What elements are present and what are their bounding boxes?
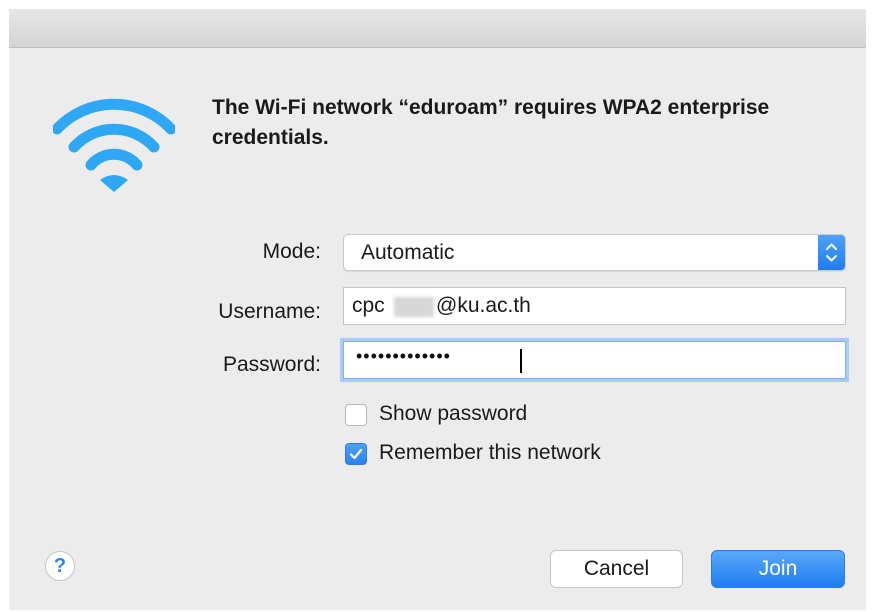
join-button[interactable]: Join <box>711 550 845 588</box>
wifi-credentials-dialog: The Wi-Fi network “eduroam” requires WPA… <box>9 9 866 610</box>
show-password-label[interactable]: Show password <box>379 402 527 426</box>
username-prefix: cpc <box>352 294 385 317</box>
redacted-text <box>394 297 434 317</box>
show-password-checkbox[interactable] <box>345 404 367 426</box>
password-label: Password: <box>222 353 321 376</box>
text-caret <box>520 349 522 373</box>
remember-network-label[interactable]: Remember this network <box>379 441 601 465</box>
help-button[interactable]: ? <box>45 551 75 581</box>
username-label: Username: <box>218 300 321 323</box>
username-field[interactable]: cpc @ku.ac.th <box>343 287 846 325</box>
mode-select-value: Automatic <box>361 241 455 264</box>
remember-network-checkbox[interactable] <box>345 443 367 465</box>
username-suffix: @ku.ac.th <box>436 294 531 317</box>
password-masked-value: ••••••••••••• <box>356 346 451 366</box>
select-stepper-icon[interactable] <box>818 235 845 270</box>
checkmark-icon <box>349 448 363 460</box>
cancel-button[interactable]: Cancel <box>550 550 683 588</box>
mode-select[interactable]: Automatic <box>343 234 846 271</box>
password-field[interactable]: ••••••••••••• <box>343 341 846 379</box>
mode-label: Mode: <box>262 240 321 263</box>
wifi-icon <box>53 98 175 192</box>
window-titlebar[interactable] <box>9 9 866 48</box>
dialog-heading: The Wi-Fi network “eduroam” requires WPA… <box>212 96 770 149</box>
